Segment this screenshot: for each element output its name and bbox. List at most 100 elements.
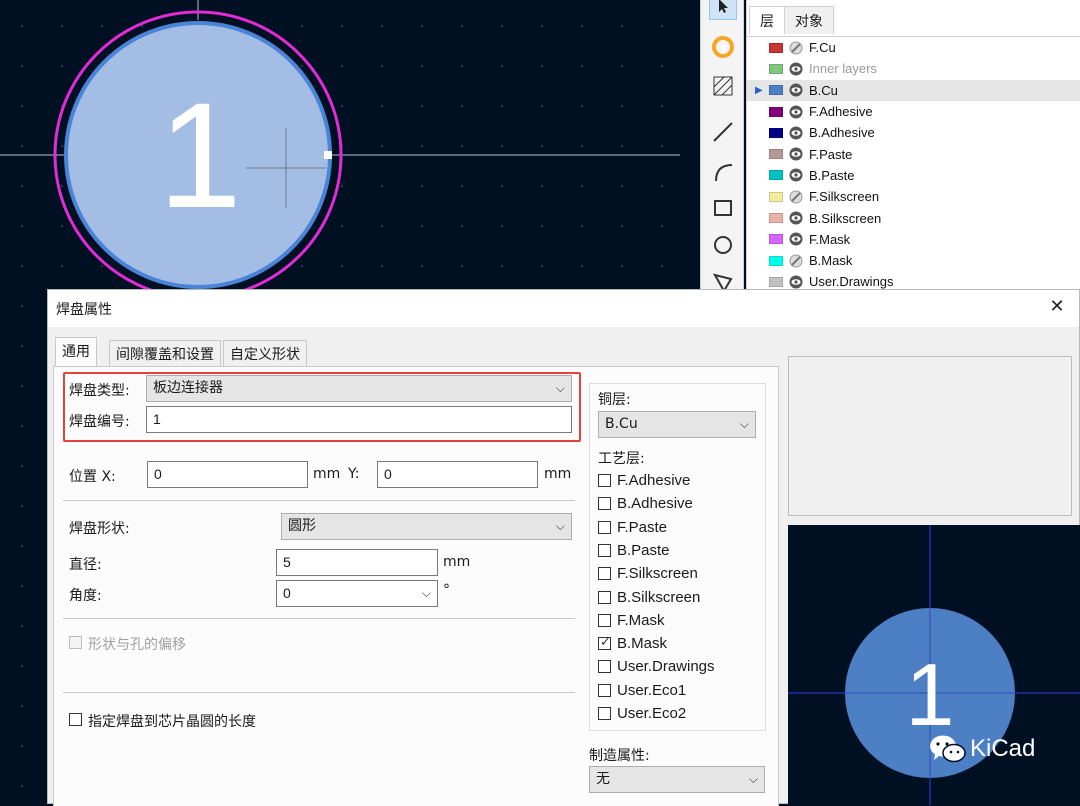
layer-color-swatch[interactable] [769,170,783,181]
eye-icon[interactable] [789,232,803,246]
eye-icon[interactable] [789,211,803,225]
eye-icon[interactable] [789,105,803,119]
technical-layer-checkbox[interactable] [598,590,611,604]
technical-layer-option[interactable]: User.Eco1 [598,682,686,702]
technical-layer-option[interactable]: F.Paste [598,519,667,539]
select-arrow-icon[interactable] [709,0,737,20]
copper-layer-select[interactable]: B.Cu ⌵ [598,411,756,438]
technical-layer-checkbox[interactable] [598,497,611,511]
circle-icon[interactable] [709,231,737,259]
offset-checkbox[interactable] [69,636,82,649]
tab-custom-shape[interactable]: 自定义形状 [223,340,307,366]
technical-layer-option[interactable]: F.Mask [598,612,665,632]
pad-preview-empty [788,356,1072,516]
pad-shape-select[interactable]: 圆形 ⌵ [281,513,572,540]
layer-color-swatch[interactable] [769,149,783,160]
pad-number-label: 焊盘编号: [69,414,130,430]
technical-layer-checkbox[interactable] [598,474,611,487]
arc-icon[interactable] [709,158,737,186]
technical-layer-name: F.Silkscreen [617,565,698,583]
technical-layer-option[interactable]: User.Drawings [598,658,715,678]
layer-row[interactable]: Inner layers [747,58,1080,79]
eye-icon[interactable] [789,83,803,97]
layer-color-swatch[interactable] [769,255,783,266]
technical-layer-checkbox[interactable] [598,707,611,720]
tab-objects[interactable]: 对象 [784,6,834,34]
technical-layer-option[interactable]: User.Eco2 [598,705,686,725]
layer-name: F.Cu [809,40,836,56]
edit-handle[interactable] [324,151,332,159]
eye-icon[interactable] [789,168,803,182]
fabrication-select[interactable]: 无 ⌵ [589,766,765,793]
layer-row[interactable]: F.Paste [747,143,1080,164]
layer-color-swatch[interactable] [769,213,783,224]
layer-row[interactable]: F.Cu [747,37,1080,58]
position-x-input[interactable]: 0 [147,461,308,488]
eye-hidden-icon[interactable] [789,41,803,55]
close-icon[interactable]: ✕ [1045,295,1069,319]
layer-color-swatch[interactable] [769,42,783,53]
layer-color-swatch[interactable] [769,191,783,202]
layer-row[interactable]: B.Mask [747,250,1080,271]
layer-row[interactable]: B.Adhesive [747,122,1080,143]
position-y-input[interactable]: 0 [377,461,538,488]
technical-layer-option[interactable]: F.Silkscreen [598,565,698,585]
tab-layers[interactable]: 层 [749,6,785,34]
layer-color-swatch[interactable] [769,63,783,74]
technical-layer-checkbox[interactable]: ✓ [598,634,611,651]
layer-row[interactable]: B.Silkscreen [747,207,1080,228]
technical-layer-option[interactable]: B.Paste [598,542,670,562]
technical-layer-checkbox[interactable] [598,613,611,627]
pad-type-select[interactable]: 板边连接器 ⌵ [146,375,572,402]
technical-layer-option[interactable]: F.Adhesive [598,472,690,492]
rectangle-icon[interactable] [709,194,737,222]
technical-layer-option[interactable]: B.Adhesive [598,495,693,515]
layer-color-swatch[interactable] [769,276,783,287]
technical-layer-checkbox[interactable] [598,520,611,534]
technical-layer-name: F.Mask [617,611,665,629]
eye-icon[interactable] [789,275,803,289]
eye-hidden-icon[interactable] [789,254,803,268]
checkmark-icon: ✓ [600,634,611,650]
layer-color-swatch[interactable] [769,85,783,96]
tab-general[interactable]: 通用 [55,337,97,367]
layer-color-swatch[interactable] [769,234,783,245]
tab-clearance-settings[interactable]: 间隙覆盖和设置 [109,340,221,366]
layer-row[interactable]: F.Silkscreen [747,186,1080,207]
divider [63,692,575,693]
eye-icon[interactable] [789,62,803,76]
technical-layer-checkbox[interactable] [598,543,611,557]
layer-row[interactable]: F.Mask [747,229,1080,250]
die-length-checkbox[interactable] [69,713,82,726]
hatch-zone-icon[interactable] [709,72,737,100]
technical-layers-label: 工艺层: [598,451,645,467]
position-y-unit: mm [544,466,572,482]
layer-row[interactable]: B.Paste [747,165,1080,186]
chevron-down-icon: ⌵ [555,519,565,533]
layer-color-swatch[interactable] [769,106,783,117]
technical-layer-checkbox[interactable] [598,683,611,697]
offset-checkbox-label: 形状与孔的偏移 [88,637,186,653]
layer-name: F.Mask [809,231,851,247]
eye-icon[interactable] [789,126,803,140]
technical-layer-option[interactable]: B.Silkscreen [598,589,700,609]
layer-color-swatch[interactable] [769,127,783,138]
layer-row[interactable]: F.Adhesive [747,101,1080,122]
diameter-input[interactable]: 5 [276,549,438,576]
position-x-unit: mm [313,466,341,482]
preview-pad-number: 1 [906,645,955,744]
technical-layer-name: B.Silkscreen [617,588,701,606]
angle-unit: ° [443,582,450,598]
technical-layer-option[interactable]: ✓ B.Mask [598,634,667,655]
layer-row[interactable]: ▶ B.Cu [747,79,1080,101]
angle-combobox[interactable]: 0 ⌵ [276,580,438,607]
technical-layer-checkbox[interactable] [598,567,611,581]
eye-hidden-icon[interactable] [789,190,803,204]
position-y-label: Y: [348,466,360,482]
technical-layer-checkbox[interactable] [598,660,611,674]
pad-icon[interactable] [709,33,737,61]
line-icon[interactable] [709,118,737,146]
pad-number-input[interactable]: 1 [146,406,572,433]
layer-name: Inner layers [809,61,877,77]
eye-icon[interactable] [789,147,803,161]
